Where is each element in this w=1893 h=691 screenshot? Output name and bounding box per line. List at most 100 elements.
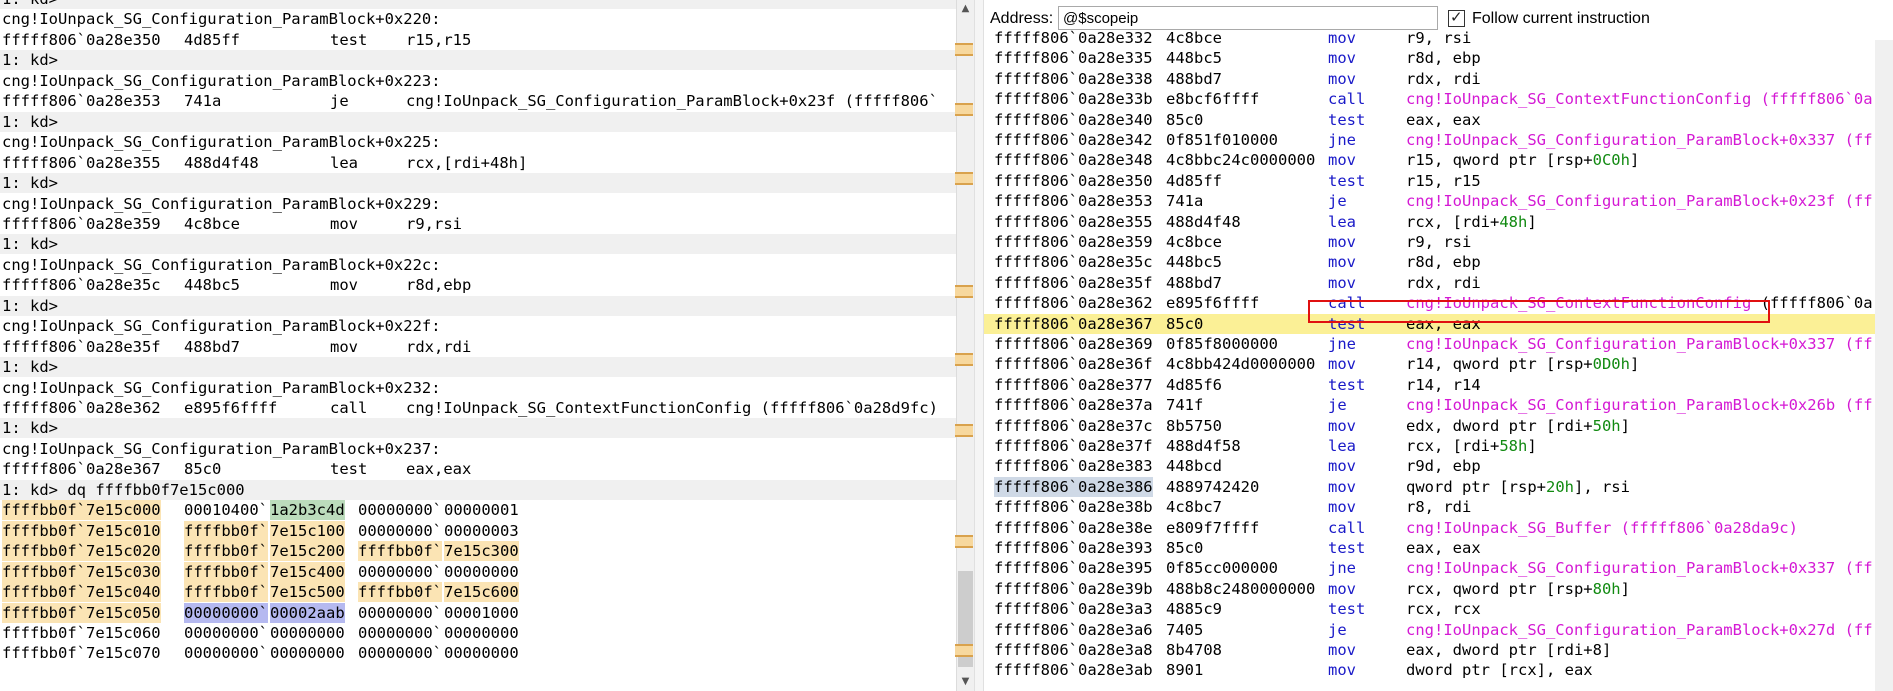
disasm-line[interactable]: fffff806`0a28e3a3 4885c9 test rcx, rcx: [984, 599, 1893, 619]
disasm-line[interactable]: fffff806`0a28e3a6 7405 je cng!IoUnpack_SG_C…: [984, 620, 1893, 640]
disasm-address: fffff806`0a28e353: [994, 192, 1153, 211]
follow-instruction-checkbox[interactable]: [1448, 8, 1465, 27]
disasm-mnemonic: mov: [1328, 498, 1356, 517]
disasm-line[interactable]: fffff806`0a28e338 488bd7 mov rdx, rdi: [984, 69, 1893, 89]
pane-splitter[interactable]: [974, 0, 984, 691]
memory-row: ffffbb0f`7e15c030 ffffbb0f` 7e15c400 000000…: [0, 561, 956, 582]
disasm-line[interactable]: fffff806`0a28e359 4c8bce mov r9, rsi: [984, 232, 1893, 252]
disasm-bytes: 4d85f6: [1166, 375, 1222, 394]
command-prompt-line: 1: kd>: [0, 173, 956, 194]
prompt-text: 1: kd>: [2, 51, 58, 70]
disasm-line[interactable]: fffff806`0a28e33b e8bcf6ffff call cng!IoUnp…: [984, 89, 1893, 109]
disasm-bytes: 4c8bce: [1166, 29, 1222, 47]
memory-qword: 7e15c600: [444, 582, 519, 603]
disasm-line[interactable]: fffff806`0a28e348 4c8bbc24c0000000 mov r15,…: [984, 150, 1893, 170]
disasm-line[interactable]: fffff806`0a28e393 85c0 test eax, eax: [984, 538, 1893, 558]
disasm-line[interactable]: fffff806`0a28e39b 488b8c2480000000 mov rcx,…: [984, 579, 1893, 599]
instr-operands: r9,rsi: [406, 214, 462, 233]
scroll-up-arrow-icon[interactable]: ▲: [957, 0, 974, 18]
operand-text: 48h: [1499, 212, 1528, 231]
disassembly-pane[interactable]: Address: Follow current instruction ffff…: [984, 0, 1893, 691]
disasm-line[interactable]: fffff806`0a28e342 0f851f010000 jne cng!IoUn…: [984, 130, 1893, 150]
disasm-bytes: 4885c9: [1166, 600, 1222, 619]
disasm-address: fffff806`0a28e3a6: [994, 620, 1153, 639]
command-pane[interactable]: 1: kd> cng!IoUnpack_SG_Configuration_Para…: [0, 0, 956, 691]
disasm-line[interactable]: fffff806`0a28e350 4d85ff test r15, r15: [984, 171, 1893, 191]
disasm-mnemonic: jne: [1328, 559, 1356, 578]
disasm-bytes: 85c0: [1166, 110, 1204, 129]
disasm-mnemonic: mov: [1328, 477, 1356, 496]
operand-text: qword ptr [rsp+: [1406, 477, 1546, 496]
disasm-line[interactable]: fffff806`0a28e35c 448bc5 mov r8d, ebp: [984, 252, 1893, 272]
disasm-line[interactable]: fffff806`0a28e355 488d4f48 lea rcx, [rdi+48…: [984, 212, 1893, 232]
memory-qword: 00000000`: [184, 644, 268, 663]
current-instruction-line[interactable]: fffff806`0a28e367 85c0 test eax, eax: [984, 313, 1893, 334]
disasm-line[interactable]: fffff806`0a28e383 448bcd mov r9d, ebp: [984, 456, 1893, 476]
address-input[interactable]: [1058, 6, 1438, 30]
disasm-line[interactable]: fffff806`0a28e386 4889742420 mov qword ptr …: [984, 476, 1893, 498]
instr-mnemonic: test: [330, 30, 368, 49]
follow-instruction-label[interactable]: Follow current instruction: [1472, 10, 1650, 28]
prompt-text: 1: kd>: [2, 112, 58, 131]
disasm-line[interactable]: fffff806`0a28e332 4c8bce mov r9, rsi: [984, 28, 1893, 48]
disasm-mnemonic: lea: [1328, 212, 1356, 231]
disasm-line[interactable]: fffff806`0a28e35f 488bd7 mov rdx, rdi: [984, 273, 1893, 293]
memory-address: ffffbb0f`7e15c000: [2, 500, 161, 521]
disasm-mnemonic: mov: [1328, 151, 1356, 170]
instr-address: fffff806`0a28e359: [2, 214, 161, 233]
memory-qword: 00000000: [444, 644, 519, 663]
disasm-address: fffff806`0a28e33b: [994, 90, 1153, 109]
disasm-line[interactable]: fffff806`0a28e395 0f85cc000000 jne cng!IoUn…: [984, 558, 1893, 578]
symbol-link: cng!IoUnpack_SG_Configuration_ParamBlock…: [1406, 620, 1873, 639]
symbol-link: cng!IoUnpack_SG_Configuration_ParamBlock…: [1406, 335, 1873, 353]
disasm-bytes: 488bd7: [1166, 273, 1222, 292]
scroll-down-arrow-icon[interactable]: ▼: [957, 673, 974, 691]
operand-text: edx, dword ptr [rdi+: [1406, 416, 1593, 435]
disasm-address: fffff806`0a28e35f: [994, 273, 1153, 292]
instr-operands: rdx,rdi: [406, 337, 472, 356]
disasm-bytes: 8901: [1166, 661, 1204, 680]
command-prompt-line: 1: kd> dq ffffbb0f7e15c000: [0, 479, 956, 500]
disasm-operands: r15, qword ptr [rsp+0C0h]: [1406, 150, 1639, 170]
memory-qword: 7e15c300: [444, 541, 519, 562]
disasm-line[interactable]: fffff806`0a28e38b 4c8bc7 mov r8, rdi: [984, 497, 1893, 517]
disasm-mnemonic: mov: [1328, 661, 1356, 680]
scroll-marker: [955, 424, 973, 437]
instruction-line: fffff806`0a28e35f 488bd7 mov rdx,rdi: [0, 337, 956, 357]
disasm-line[interactable]: fffff806`0a28e37a 741f je cng!IoUnpack_SG_C…: [984, 395, 1893, 415]
instruction-line: fffff806`0a28e367 85c0 test eax,eax: [0, 459, 956, 479]
operand-text: 80h: [1592, 579, 1621, 598]
disasm-line[interactable]: fffff806`0a28e37c 8b5750 mov edx, dword ptr…: [984, 416, 1893, 436]
disasm-line[interactable]: fffff806`0a28e369 0f85f8000000 jne cng!IoUn…: [984, 334, 1893, 354]
disasm-line[interactable]: fffff806`0a28e340 85c0 test eax, eax: [984, 110, 1893, 130]
disasm-line[interactable]: fffff806`0a28e38e e809f7ffff call cng!IoUnp…: [984, 518, 1893, 538]
disasm-line[interactable]: fffff806`0a28e37f 488d4f58 lea rcx, [rdi+58…: [984, 436, 1893, 456]
disasm-bytes: 4d85ff: [1166, 171, 1222, 190]
disasm-bytes: 741f: [1166, 396, 1204, 415]
symbol-label-line: cng!IoUnpack_SG_Configuration_ParamBlock…: [0, 255, 956, 275]
memory-qword: 00010400`: [184, 501, 268, 520]
disasm-address: fffff806`0a28e39b: [994, 579, 1153, 598]
disasm-line[interactable]: fffff806`0a28e353 741a je cng!IoUnpack_SG_C…: [984, 191, 1893, 211]
memory-qword: 00000000: [270, 623, 345, 642]
disasm-address: fffff806`0a28e367: [994, 314, 1153, 333]
memory-row: ffffbb0f`7e15c050 00000000` 00002aab 000000…: [0, 602, 956, 623]
disasm-line[interactable]: fffff806`0a28e377 4d85f6 test r14, r14: [984, 375, 1893, 395]
disasm-line[interactable]: fffff806`0a28e3ab 8901 mov dword ptr [rcx],…: [984, 660, 1893, 680]
disasm-line[interactable]: fffff806`0a28e335 448bc5 mov r8d, ebp: [984, 48, 1893, 68]
disasm-line[interactable]: fffff806`0a28e36f 4c8bb424d0000000 mov r14,…: [984, 354, 1893, 374]
disassembly-scrollbar[interactable]: [1875, 40, 1893, 691]
operand-text: eax, eax: [1406, 539, 1481, 557]
memory-row: ffffbb0f`7e15c070 00000000` 00000000 000000…: [0, 643, 956, 663]
disasm-line[interactable]: fffff806`0a28e362 e895f6ffff call cng!IoUnp…: [984, 293, 1893, 313]
disasm-address: fffff806`0a28e3ab: [994, 661, 1153, 680]
disasm-bytes: 8b5750: [1166, 416, 1222, 435]
disasm-operands: eax, eax: [1406, 314, 1481, 334]
disasm-bytes: 85c0: [1166, 539, 1204, 557]
disasm-operands: rcx, [rdi+58h]: [1406, 436, 1537, 456]
operand-text: r8d, ebp: [1406, 253, 1481, 272]
disasm-mnemonic: mov: [1328, 641, 1356, 659]
instr-bytes: 488d4f48: [184, 153, 259, 172]
memory-address: ffffbb0f`7e15c030: [2, 561, 161, 582]
disasm-line[interactable]: fffff806`0a28e3a8 8b4708 mov eax, dword ptr…: [984, 640, 1893, 660]
